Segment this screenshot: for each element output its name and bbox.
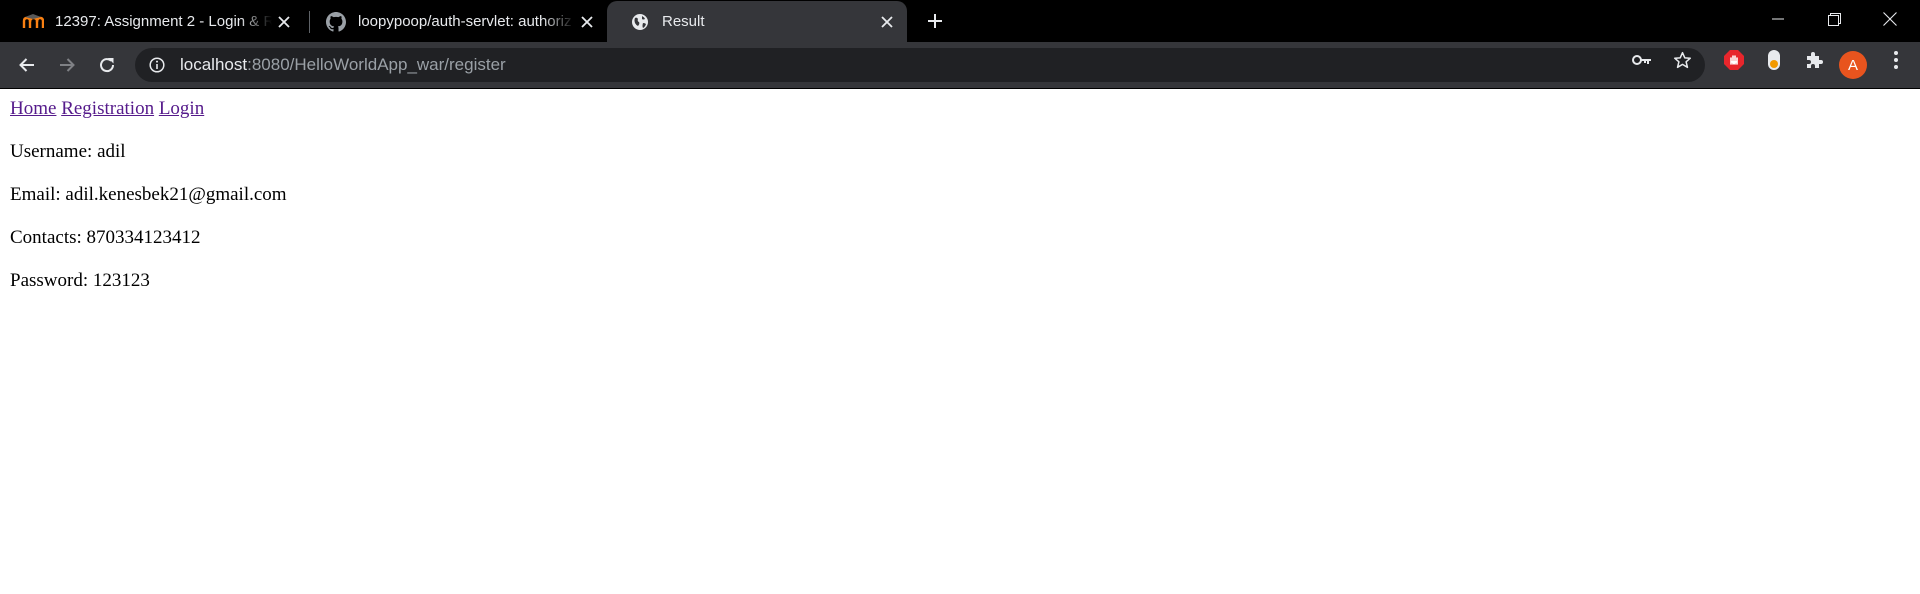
close-icon bbox=[1883, 12, 1897, 26]
url-host: localhost bbox=[180, 55, 248, 74]
address-bar[interactable]: localhost:8080/HelloWorldApp_war/registe… bbox=[135, 48, 1705, 82]
username-line: Username: adil bbox=[10, 141, 126, 163]
tab-title: Result bbox=[662, 13, 705, 30]
page-content: Home Registration Login Username: adil E… bbox=[0, 89, 1920, 594]
info-icon[interactable] bbox=[147, 55, 167, 75]
profile-avatar[interactable]: A bbox=[1839, 51, 1867, 79]
contacts-value: 870334123412 bbox=[86, 227, 201, 248]
password-label: Password: bbox=[10, 270, 93, 291]
tab-result[interactable]: Result bbox=[607, 1, 907, 42]
tab-strip: 12397: Assignment 2 - Login & R loopypoo… bbox=[0, 0, 1920, 42]
tab-title: 12397: Assignment 2 - Login & R bbox=[55, 13, 272, 30]
restore-button[interactable] bbox=[1806, 0, 1862, 38]
back-button[interactable] bbox=[11, 49, 43, 81]
tab-title: loopypoop/auth-servlet: authoriz bbox=[358, 13, 572, 30]
close-icon[interactable] bbox=[272, 10, 296, 34]
plus-icon bbox=[927, 13, 943, 29]
browser-toolbar: localhost:8080/HelloWorldApp_war/registe… bbox=[0, 42, 1920, 88]
nav-links: Home Registration Login bbox=[10, 98, 204, 120]
username-value: adil bbox=[97, 141, 126, 162]
contacts-line: Contacts: 870334123412 bbox=[10, 227, 201, 249]
forward-arrow-icon bbox=[58, 56, 76, 74]
tab-github[interactable]: loopypoop/auth-servlet: authoriz bbox=[303, 1, 607, 42]
back-arrow-icon bbox=[18, 56, 36, 74]
minimize-icon bbox=[1772, 13, 1784, 25]
adblock-extension-icon[interactable] bbox=[1722, 48, 1746, 72]
contacts-label: Contacts: bbox=[10, 227, 87, 248]
key-icon[interactable] bbox=[1632, 50, 1652, 70]
menu-icon[interactable] bbox=[1884, 48, 1908, 72]
moodle-icon bbox=[22, 11, 44, 33]
url-path: :8080/HelloWorldApp_war/register bbox=[247, 55, 506, 74]
email-value: adil.kenesbek21@gmail.com bbox=[65, 184, 287, 205]
reload-icon bbox=[98, 56, 116, 74]
reload-button[interactable] bbox=[91, 49, 123, 81]
password-line: Password: 123123 bbox=[10, 270, 150, 292]
minimize-button[interactable] bbox=[1750, 0, 1806, 38]
globe-icon bbox=[629, 11, 651, 33]
tab-assignment[interactable]: 12397: Assignment 2 - Login & R bbox=[0, 1, 304, 42]
new-tab-button[interactable] bbox=[921, 7, 949, 35]
restore-icon bbox=[1827, 12, 1841, 26]
nav-link-home[interactable]: Home bbox=[10, 98, 56, 119]
address-url: localhost:8080/HelloWorldApp_war/registe… bbox=[180, 55, 506, 75]
close-icon[interactable] bbox=[575, 10, 599, 34]
star-icon[interactable] bbox=[1672, 50, 1692, 70]
nav-link-registration[interactable]: Registration bbox=[61, 98, 154, 119]
extension-icon[interactable] bbox=[1762, 48, 1786, 72]
close-window-button[interactable] bbox=[1862, 0, 1918, 38]
close-icon[interactable] bbox=[875, 10, 899, 34]
email-label: Email: bbox=[10, 184, 66, 205]
github-icon bbox=[325, 11, 347, 33]
username-label: Username: bbox=[10, 141, 98, 162]
forward-button[interactable] bbox=[51, 49, 83, 81]
password-value: 123123 bbox=[92, 270, 150, 291]
puzzle-icon[interactable] bbox=[1802, 48, 1826, 72]
email-line: Email: adil.kenesbek21@gmail.com bbox=[10, 184, 287, 206]
nav-link-login[interactable]: Login bbox=[159, 98, 204, 119]
